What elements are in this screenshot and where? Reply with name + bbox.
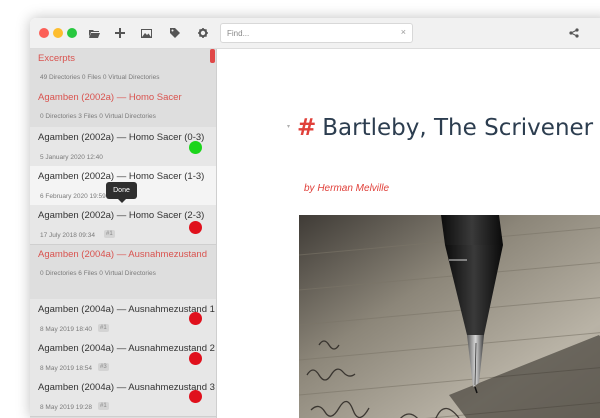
heading-text: Bartleby, The Scrivener: [322, 115, 594, 141]
tag-badge: #1: [104, 230, 115, 238]
fountain-pen-writing-photo: [299, 215, 600, 418]
file-name: Agamben (2002a) — Homo Sacer (0-3): [38, 132, 205, 143]
directory-name: Agamben (2004a) — Ausnahmezustand: [38, 249, 207, 260]
document-byline[interactable]: by Herman Melville: [304, 183, 389, 194]
file-name: Agamben (2002a) — Homo Sacer (2-3): [38, 210, 205, 221]
file-date: 8 May 2019 18:40: [40, 326, 93, 333]
file-name: Agamben (2004a) — Ausnahmezustand 1: [38, 304, 215, 315]
file-date: 17 July 2018 09:34: [40, 232, 95, 239]
status-tooltip: Done: [106, 182, 137, 203]
tag-badge: #1: [98, 324, 109, 332]
document-heading[interactable]: # Bartleby, The Scrivener: [297, 115, 593, 141]
file-item[interactable]: Agamben (2004a) — Ausnahmezustand 3 8 Ma…: [30, 377, 216, 417]
directory-meta: 0 Directories 3 Files 0 Virtual Director…: [40, 113, 156, 120]
maximize-window-button[interactable]: [67, 28, 77, 38]
gear-icon[interactable]: [195, 25, 211, 41]
minimize-window-button[interactable]: [53, 28, 63, 38]
tag-badge: #1: [98, 402, 109, 410]
file-name: Agamben (2004a) — Ausnahmezustand 2: [38, 343, 215, 354]
file-item[interactable]: Agamben (2002a) — Homo Sacer (0-3) 5 Jan…: [30, 127, 216, 167]
directory-item[interactable]: Excerpts 49 Directories 0 Files 0 Virtua…: [30, 49, 216, 88]
file-item[interactable]: Agamben (2002a) — Homo Sacer (2-3) 17 Ju…: [30, 205, 216, 245]
directory-item[interactable]: Agamben (2002a) — Homo Sacer 0 Directori…: [30, 88, 216, 127]
file-date: 6 February 2020 19:59: [40, 193, 106, 200]
plus-icon[interactable]: [112, 25, 128, 41]
search-input[interactable]: [227, 27, 392, 39]
status-todo-indicator[interactable]: [189, 221, 202, 234]
search-field[interactable]: ×: [220, 23, 413, 43]
file-item[interactable]: Agamben (2004a) — Ausnahmezustand 2 8 Ma…: [30, 338, 216, 378]
file-name: Agamben (2004a) — Ausnahmezustand 3: [38, 382, 215, 393]
clear-search-button[interactable]: ×: [401, 27, 406, 37]
status-todo-indicator[interactable]: [189, 312, 202, 325]
status-todo-indicator[interactable]: [189, 390, 202, 403]
tag-icon[interactable]: [167, 25, 183, 41]
folder-open-icon[interactable]: [86, 25, 102, 41]
file-item[interactable]: Agamben (2004a) — Ausnahmezustand 1 8 Ma…: [30, 299, 216, 339]
heading-hash-mark: #: [297, 115, 317, 141]
image-icon[interactable]: [138, 25, 154, 41]
file-date: 8 May 2019 19:28: [40, 404, 93, 411]
directory-name: Agamben (2002a) — Homo Sacer: [38, 92, 182, 103]
directory-name: Excerpts: [38, 53, 75, 64]
close-window-button[interactable]: [39, 28, 49, 38]
fold-toggle-icon[interactable]: ▾: [287, 123, 290, 130]
file-date: 8 May 2019 18:54: [40, 365, 93, 372]
toolbar: ×: [30, 18, 600, 49]
directory-meta: 49 Directories 0 Files 0 Virtual Directo…: [40, 74, 160, 81]
share-icon[interactable]: [566, 25, 582, 41]
directory-item[interactable]: Agamben (2004a) — Ausnahmezustand 0 Dire…: [30, 245, 216, 284]
file-name: Agamben (2002a) — Homo Sacer (1-3): [38, 171, 205, 182]
directory-meta: 0 Directories 6 Files 0 Virtual Director…: [40, 270, 156, 277]
status-done-indicator[interactable]: [189, 141, 202, 154]
file-date: 5 January 2020 12:40: [40, 154, 103, 161]
file-tree-sidebar[interactable]: Excerpts 49 Directories 0 Files 0 Virtua…: [30, 49, 217, 418]
status-todo-indicator[interactable]: [189, 352, 202, 365]
app-window: × Excerpts 49 Directories 0 Files 0 Virt…: [30, 18, 600, 418]
editor-pane[interactable]: ▾ # Bartleby, The Scrivener by Herman Mel…: [217, 49, 600, 418]
tag-badge: #3: [98, 363, 109, 371]
